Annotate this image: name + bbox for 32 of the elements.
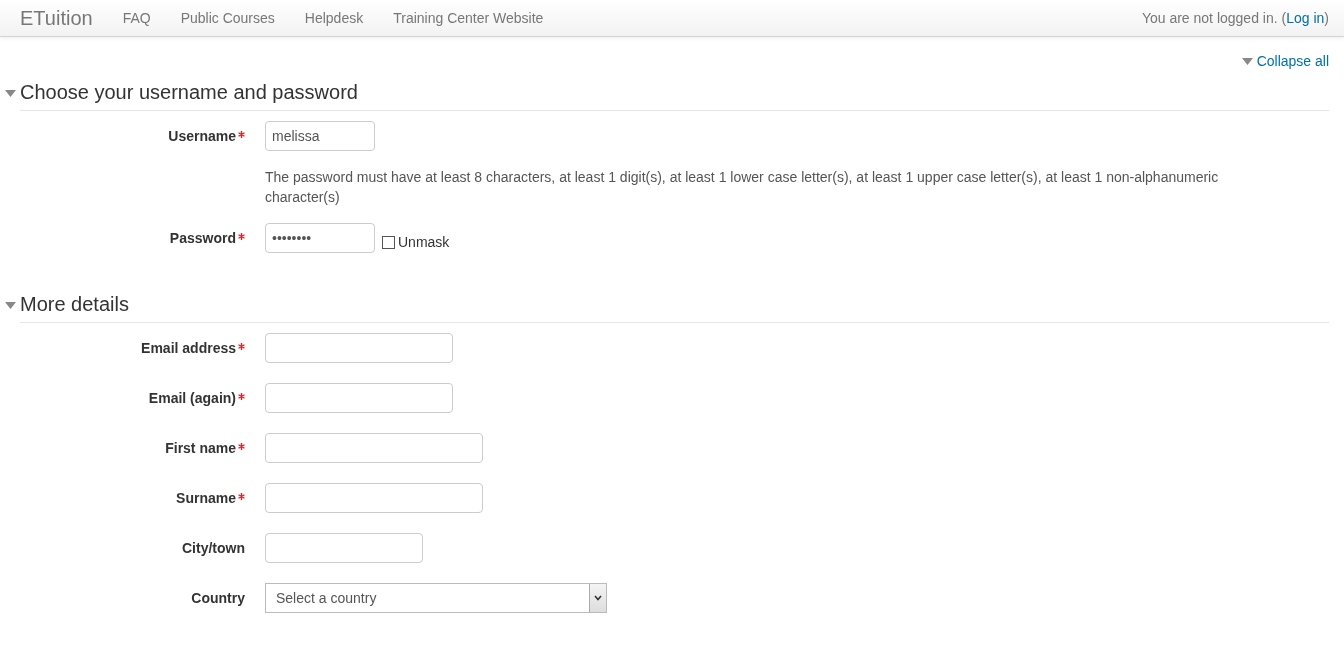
login-status: You are not logged in. (Log in): [1141, 10, 1329, 26]
caret-down-icon[interactable]: [5, 302, 16, 309]
password-field[interactable]: ••••••••: [265, 223, 375, 253]
nav-link[interactable]: Public Courses: [180, 10, 275, 26]
checkbox-label[interactable]: Unmask: [398, 234, 450, 250]
nav-link[interactable]: Helpdesk: [304, 10, 364, 26]
field-label: Username: [168, 128, 236, 144]
input-field[interactable]: [265, 533, 423, 563]
site-brand[interactable]: ETuition: [20, 6, 93, 30]
field-label: Country: [191, 590, 245, 606]
nav-link[interactable]: Training Center Website: [393, 10, 544, 26]
collapse-all-link[interactable]: Collapse all: [1241, 53, 1329, 69]
section-heading[interactable]: Choose your username and password: [20, 76, 1329, 111]
input-field[interactable]: [265, 433, 483, 463]
field-label: First name: [165, 440, 236, 456]
input-field[interactable]: melissa: [265, 121, 375, 151]
field-label: Email address: [141, 340, 236, 356]
nav-link[interactable]: FAQ: [122, 10, 151, 26]
password-rules-text: The password must have at least 8 characters, at least 1 digit(s), at least 1 lower case letter(s), at least 1 upper case letter(s), at least 1 non-alphanumeric character(s): [265, 168, 1220, 207]
caret-down-icon[interactable]: [5, 90, 16, 97]
field-label: Email (again): [148, 390, 236, 406]
checkbox[interactable]: [382, 235, 395, 249]
login-link[interactable]: Log in: [1286, 10, 1325, 26]
input-field[interactable]: [265, 333, 453, 363]
field-label: Surname: [176, 490, 236, 506]
input-field[interactable]: [265, 483, 483, 513]
input-field[interactable]: [265, 383, 453, 413]
section-heading[interactable]: More details: [20, 288, 1329, 323]
field-label: Password: [169, 230, 236, 246]
caret-down-icon[interactable]: [1241, 57, 1253, 65]
field-label: City/town: [182, 540, 245, 556]
country-dropdown[interactable]: Select a country: [265, 583, 607, 613]
